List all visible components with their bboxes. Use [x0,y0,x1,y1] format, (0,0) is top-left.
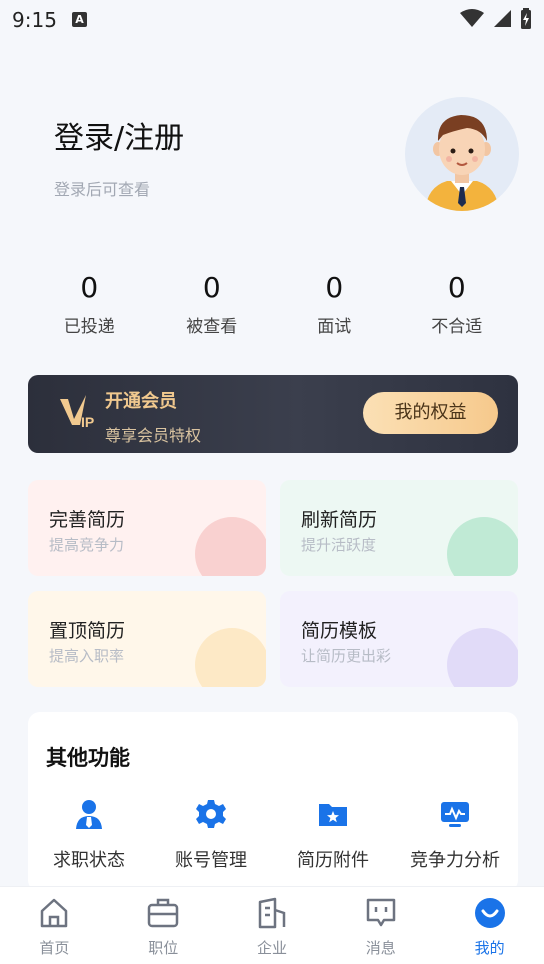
home-icon [41,898,68,928]
tab-jobs[interactable]: 职位 [109,887,218,964]
function-competitiveness-analysis[interactable]: 竞争力分析 [394,798,516,872]
vip-title: 开通会员 [105,391,177,412]
card-subtitle: 提高竞争力 [49,536,125,554]
stat-label: 被查看 [186,317,238,337]
card-pin-resume[interactable]: 置顶简历 提高入职率 [28,591,266,687]
notification-a-icon: A [72,12,87,27]
card-resume-template[interactable]: 简历模板 让简历更出彩 [280,591,518,687]
tab-label: 企业 [256,939,287,957]
tab-companies[interactable]: 企业 [218,887,327,964]
signal-icon [494,10,511,27]
function-label: 简历附件 [297,850,369,871]
stat-label: 面试 [317,317,352,337]
bottom-tab-bar: 首页 职位 企业 消息 我的 [0,886,544,964]
gear-icon [196,800,226,828]
status-time: 9:15 [12,8,57,32]
vip-banner[interactable]: IP 开通会员 尊享会员特权 我的权益 [28,375,518,453]
other-functions-heading: 其他功能 [46,746,130,770]
monitor-chart-icon [441,802,469,827]
card-complete-resume[interactable]: 完善简历 提高竞争力 [28,480,266,576]
refresh-icon [447,517,518,576]
briefcase-icon [147,898,179,928]
stat-delivered[interactable]: 0 已投递 [28,268,151,340]
tab-label: 消息 [365,939,396,957]
building-icon [258,897,286,929]
wifi-icon [460,9,484,27]
function-resume-attachments[interactable]: 简历附件 [272,798,394,872]
card-title: 置顶简历 [49,620,126,642]
pin-top-icon [195,628,266,687]
tab-home[interactable]: 首页 [0,887,109,964]
tab-messages[interactable]: 消息 [326,887,435,964]
login-title[interactable]: 登录/注册 [54,113,184,157]
tab-label: 首页 [39,939,70,957]
svg-text:IP: IP [81,414,94,430]
tab-label: 我的 [474,939,505,957]
card-title: 简历模板 [301,620,378,642]
stat-value: 0 [325,271,344,304]
card-subtitle: 让简历更出彩 [301,647,392,665]
function-account-management[interactable]: 账号管理 [150,798,272,872]
function-label: 竞争力分析 [410,850,500,871]
stat-value: 0 [202,271,221,304]
profile-smile-icon [474,898,505,928]
stat-interview[interactable]: 0 面试 [273,268,396,340]
vip-subtitle: 尊享会员特权 [105,426,202,445]
stat-viewed[interactable]: 0 被查看 [151,268,274,340]
stat-label: 不合适 [431,317,483,337]
system-icons [460,8,532,30]
pencil-icon [195,517,266,576]
card-subtitle: 提高入职率 [49,647,125,665]
battery-icon [521,8,531,29]
login-subtitle: 登录后可查看 [54,180,151,199]
tab-mine[interactable]: 我的 [435,887,544,964]
stat-label: 已投递 [63,317,115,337]
template-icon [447,628,518,687]
card-refresh-resume[interactable]: 刷新简历 提升活跃度 [280,480,518,576]
tab-label: 职位 [148,939,179,957]
other-functions-panel: 其他功能 求职状态 账号管理 简历附件 竞争力分析 [28,712,518,892]
status-bar: 9:15 A [0,0,544,40]
card-title: 刷新简历 [301,509,378,531]
card-title: 完善简历 [49,509,126,531]
my-benefits-button[interactable]: 我的权益 [363,392,498,434]
stat-unsuitable[interactable]: 0 不合适 [396,268,519,340]
folder-star-icon [319,804,347,826]
stat-value: 0 [447,271,466,304]
function-label: 求职状态 [53,850,125,871]
stat-value: 0 [80,271,99,304]
stats-row: 0 已投递 0 被查看 0 面试 0 不合适 [28,268,518,340]
avatar-illustration-icon [425,115,499,211]
avatar[interactable] [405,97,519,211]
message-icon [366,898,396,927]
function-job-status[interactable]: 求职状态 [28,798,150,872]
vip-logo-icon: IP [60,395,94,430]
function-label: 账号管理 [175,850,247,871]
user-status-icon [76,800,102,829]
card-subtitle: 提升活跃度 [301,536,377,554]
